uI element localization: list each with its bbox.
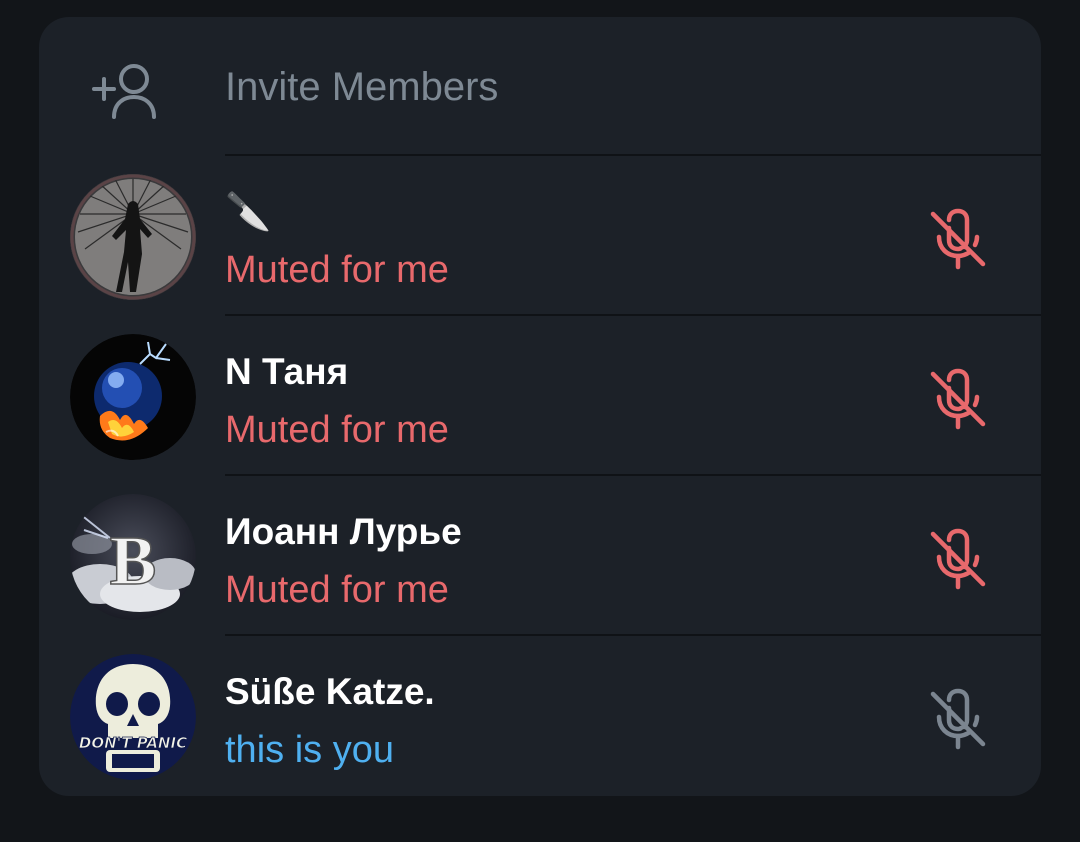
participant-status: Muted for me <box>225 249 449 291</box>
avatar-letter: B <box>110 523 157 600</box>
mic-off-icon[interactable] <box>925 206 991 272</box>
skull-dont-panic-avatar: DON'T PANIC <box>70 654 196 780</box>
avatar <box>70 174 196 300</box>
letter-b-clouds-avatar: B <box>70 494 196 620</box>
participant-status: Muted for me <box>225 409 449 451</box>
avatar: DON'T PANIC <box>70 654 196 780</box>
group-call-participants-panel: Invite Members 🔪 Muted for me N Таня Mut… <box>39 17 1041 796</box>
participant-status: Muted for me <box>225 569 449 611</box>
avatar: B <box>70 494 196 620</box>
add-user-icon <box>92 64 156 119</box>
participant-name: N Таня <box>225 351 349 392</box>
participant-name: Иоанн Лурье <box>225 511 462 552</box>
invite-members-label: Invite Members <box>225 65 499 109</box>
participant-row[interactable]: B Иоанн Лурье Muted for me <box>39 476 1041 634</box>
avatar-caption: DON'T PANIC <box>79 734 187 752</box>
avatar <box>70 334 196 460</box>
participant-row[interactable]: 🔪 Muted for me <box>39 156 1041 314</box>
mic-off-icon[interactable] <box>925 366 991 432</box>
invite-members-button[interactable]: Invite Members <box>39 17 1041 155</box>
participant-row-self[interactable]: DON'T PANIC Süße Katze. this is you <box>39 636 1041 794</box>
mic-off-icon[interactable] <box>925 526 991 592</box>
blue-fire-sphere-avatar <box>70 334 196 460</box>
dark-figure-avatar <box>70 174 196 300</box>
participant-name: Süße Katze. <box>225 671 435 712</box>
participant-status: this is you <box>225 729 394 771</box>
participant-name: 🔪 <box>225 191 272 232</box>
participant-row[interactable]: N Таня Muted for me <box>39 316 1041 474</box>
mic-off-icon[interactable] <box>925 686 991 752</box>
